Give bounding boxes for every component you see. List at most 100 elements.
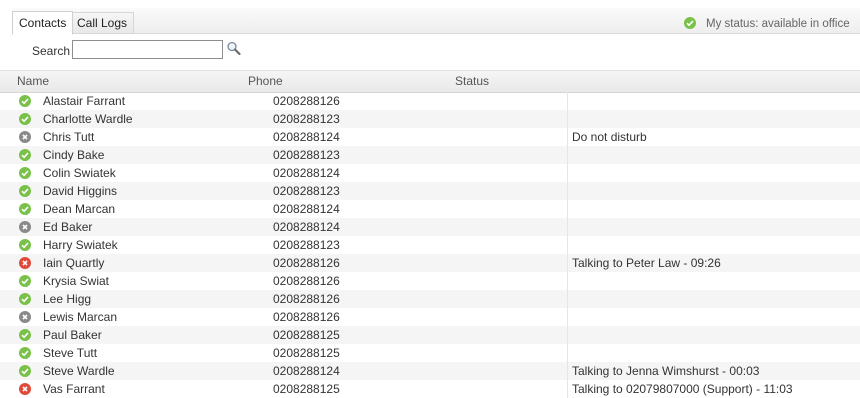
column-header-name[interactable]: Name [17,73,49,89]
contact-phone: 0208288123 [273,238,340,252]
dnd-icon [19,131,31,143]
table-row[interactable]: Charlotte Wardle 0208288123 [0,110,860,128]
column-divider [567,92,568,110]
table-row[interactable]: Colin Swiatek 0208288124 [0,164,860,182]
contact-phone: 0208288124 [273,202,340,216]
contact-name: Paul Baker [43,328,102,342]
contact-phone: 0208288124 [273,130,340,144]
table-row[interactable]: Lewis Marcan 0208288126 [0,308,860,326]
column-divider [567,308,568,326]
contact-phone: 0208288125 [273,328,340,342]
available-icon [19,149,31,161]
search-input[interactable] [72,40,223,59]
column-divider [567,128,568,146]
contact-name: Charlotte Wardle [43,112,133,126]
contact-name: Lee Higg [43,292,92,306]
busy-icon [19,383,31,395]
contact-name: Colin Swiatek [43,166,116,180]
available-icon [19,95,31,107]
column-divider [567,218,568,236]
contact-name: Krysia Swiat [43,274,110,288]
search-label: Search [32,44,71,58]
table-row[interactable]: Ed Baker 0208288124 [0,218,860,236]
column-divider [567,380,568,398]
contact-phone: 0208288126 [273,292,340,306]
column-divider [567,200,568,218]
column-header-status[interactable]: Status [455,73,489,89]
contact-name: Harry Swiatek [43,238,118,252]
contact-status: Talking to Jenna Wimshurst - 00:03 [572,364,760,378]
available-icon [684,17,696,29]
column-divider [567,362,568,380]
table-row[interactable]: Vas Farrant 0208288125 Talking to 02079807… [0,380,860,398]
contact-phone: 0208288125 [273,346,340,360]
contact-phone: 0208288124 [273,364,340,378]
table-row[interactable]: Krysia Swiat 0208288126 [0,272,860,290]
column-divider [567,344,568,362]
table-row[interactable]: Paul Baker 0208288125 [0,326,860,344]
dnd-icon [19,311,31,323]
contact-phone: 0208288124 [273,220,340,234]
contact-phone: 0208288123 [273,112,340,126]
search-bar: Search [0,36,860,66]
column-divider [567,146,568,164]
contact-name: Cindy Bake [43,148,105,162]
busy-icon [19,257,31,269]
column-divider [567,254,568,272]
table-row[interactable]: Alastair Farrant 0208288126 [0,92,860,110]
available-icon [19,329,31,341]
table-row[interactable]: Lee Higg 0208288126 [0,290,860,308]
table-row[interactable]: Harry Swiatek 0208288123 [0,236,860,254]
contacts-table-header: Name Phone Status [0,70,860,93]
contact-name: Lewis Marcan [43,310,118,324]
column-divider [567,236,568,254]
available-icon [19,185,31,197]
contact-phone: 0208288126 [273,256,340,270]
contact-name: Steve Tutt [43,346,98,360]
column-divider [567,110,568,128]
table-row[interactable]: Dean Marcan 0208288124 [0,200,860,218]
contact-phone: 0208288124 [273,166,340,180]
contact-name: Dean Marcan [43,202,116,216]
contact-name: Alastair Farrant [43,94,126,108]
contact-phone: 0208288126 [273,274,340,288]
contact-phone: 0208288126 [273,94,340,108]
available-icon [19,365,31,377]
available-icon [19,347,31,359]
tab-call-logs[interactable]: Call Logs [70,12,135,33]
table-row[interactable]: Steve Tutt 0208288125 [0,344,860,362]
available-icon [19,113,31,125]
table-row[interactable]: Chris Tutt 0208288124 Do not disturb [0,128,860,146]
contact-status: Talking to Peter Law - 09:26 [572,256,721,270]
contact-name: Steve Wardle [43,364,115,378]
contact-phone: 0208288126 [273,310,340,324]
available-icon [19,293,31,305]
contact-name: Iain Quartly [43,256,105,270]
available-icon [19,275,31,287]
available-icon [19,203,31,215]
contact-phone: 0208288123 [273,184,340,198]
column-divider [567,326,568,344]
contact-status: Do not disturb [572,130,647,144]
contact-name: David Higgins [43,184,118,198]
tab-bar: Contacts Call Logs My status: available … [0,0,860,35]
column-divider [567,182,568,200]
table-row[interactable]: Cindy Bake 0208288123 [0,146,860,164]
my-status-text: My status: available in office [706,18,850,30]
available-icon [19,167,31,179]
contact-status: Talking to 02079807000 (Support) - 11:03 [572,382,793,396]
contact-phone: 0208288123 [273,148,340,162]
contact-name: Vas Farrant [43,382,105,396]
tab-contacts[interactable]: Contacts [12,11,74,35]
table-row[interactable]: Iain Quartly 0208288126 Talking to Peter L… [0,254,860,272]
contact-name: Chris Tutt [43,130,95,144]
table-row[interactable]: David Higgins 0208288123 [0,182,860,200]
my-status[interactable]: My status: available in office [684,17,850,31]
contact-name: Ed Baker [43,220,93,234]
column-header-phone[interactable]: Phone [248,73,283,89]
table-row[interactable]: Steve Wardle 0208288124 Talking to Jenna W… [0,362,860,380]
column-divider [567,164,568,182]
magnifier-icon[interactable] [226,40,242,58]
column-divider [567,272,568,290]
available-icon [19,239,31,251]
